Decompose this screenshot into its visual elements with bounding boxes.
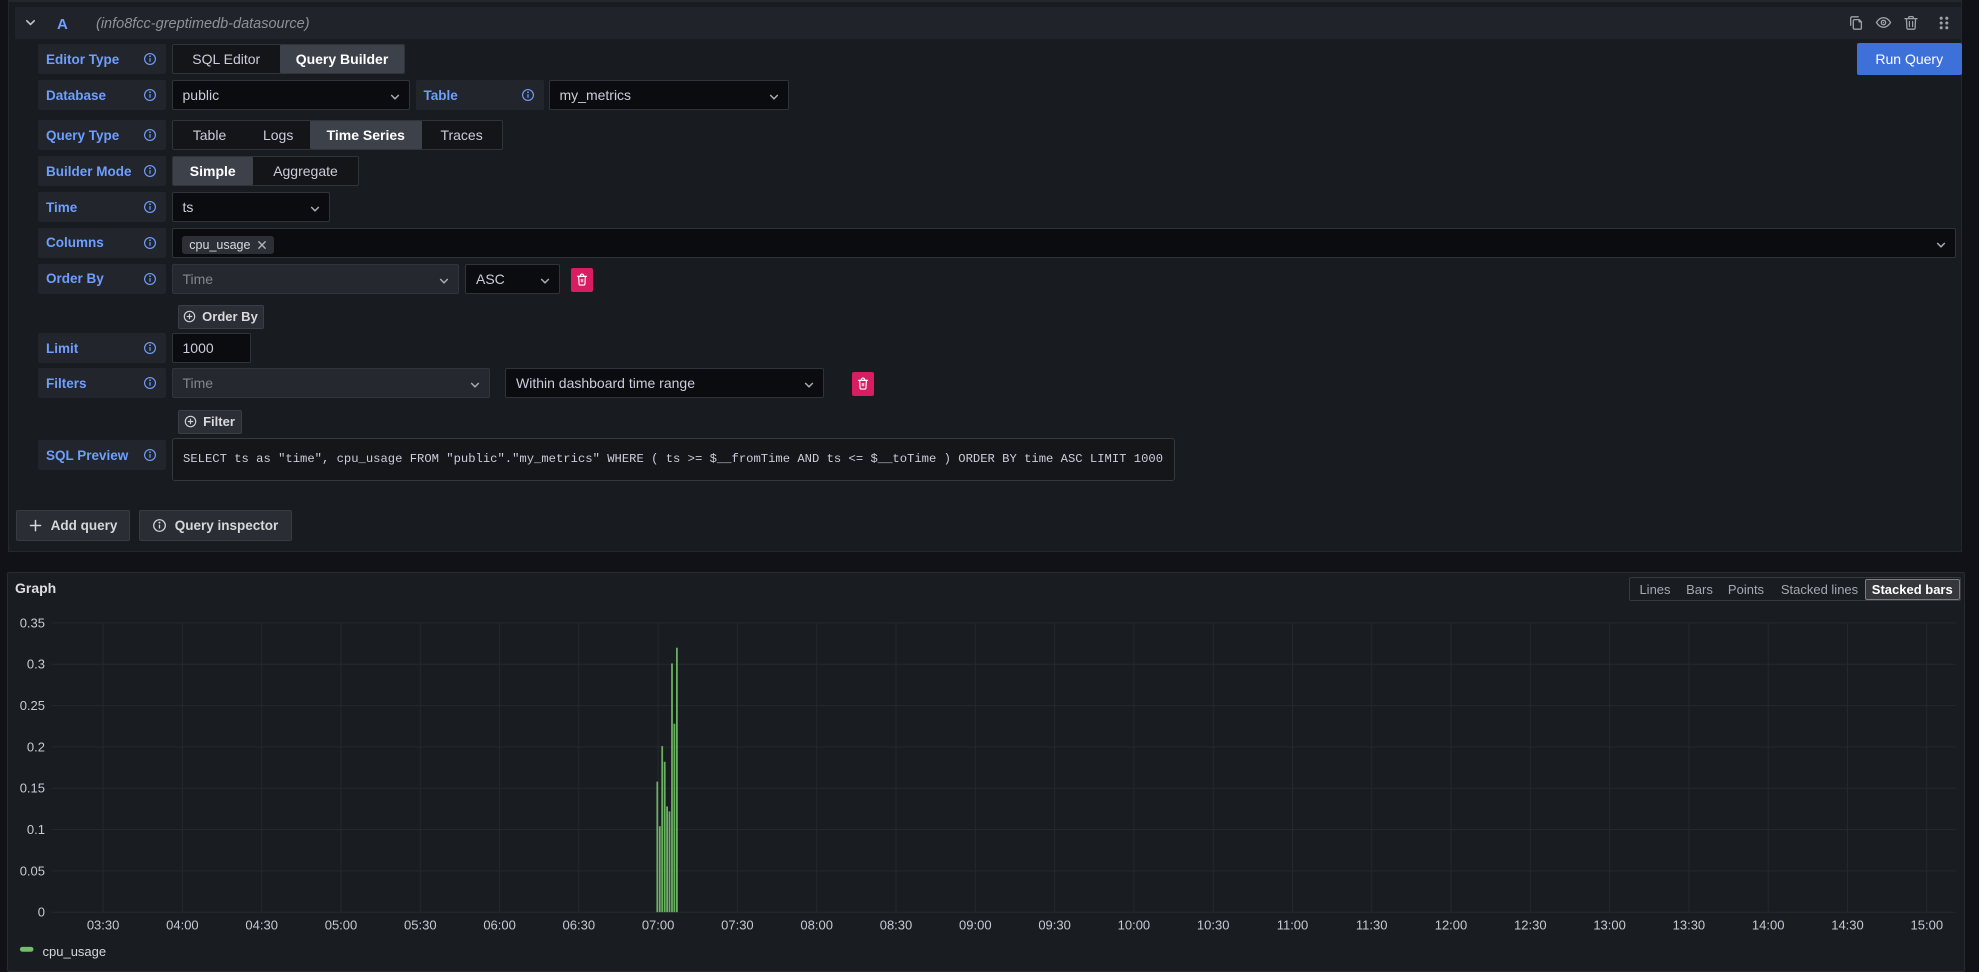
svg-text:09:30: 09:30 <box>1038 917 1071 932</box>
svg-text:13:00: 13:00 <box>1593 917 1626 932</box>
svg-text:11:30: 11:30 <box>1355 917 1387 932</box>
svg-text:08:30: 08:30 <box>879 917 912 932</box>
svg-text:12:00: 12:00 <box>1434 917 1467 932</box>
svg-text:08:00: 08:00 <box>800 917 833 932</box>
svg-text:cpu_usage: cpu_usage <box>42 944 106 959</box>
svg-text:05:30: 05:30 <box>404 917 437 932</box>
svg-text:07:00: 07:00 <box>641 917 674 932</box>
svg-text:0.15: 0.15 <box>19 780 44 795</box>
svg-text:10:00: 10:00 <box>1117 917 1150 932</box>
svg-text:13:30: 13:30 <box>1672 917 1705 932</box>
svg-text:0.1: 0.1 <box>26 822 44 837</box>
svg-text:04:00: 04:00 <box>166 917 199 932</box>
svg-text:15:00: 15:00 <box>1910 917 1943 932</box>
svg-text:11:00: 11:00 <box>1276 917 1308 932</box>
svg-text:05:00: 05:00 <box>324 917 357 932</box>
svg-text:14:30: 14:30 <box>1831 917 1864 932</box>
svg-text:06:30: 06:30 <box>562 917 595 932</box>
svg-text:14:00: 14:00 <box>1751 917 1784 932</box>
svg-text:0.2: 0.2 <box>26 739 44 754</box>
svg-text:03:30: 03:30 <box>86 917 119 932</box>
svg-text:0.05: 0.05 <box>19 863 44 878</box>
svg-text:09:00: 09:00 <box>959 917 992 932</box>
svg-text:10:30: 10:30 <box>1196 917 1229 932</box>
svg-text:06:00: 06:00 <box>483 917 516 932</box>
svg-text:0: 0 <box>37 904 44 919</box>
svg-text:04:30: 04:30 <box>245 917 278 932</box>
svg-text:07:30: 07:30 <box>721 917 754 932</box>
svg-text:12:30: 12:30 <box>1514 917 1547 932</box>
svg-text:0.25: 0.25 <box>19 698 44 713</box>
svg-text:0.3: 0.3 <box>26 656 44 671</box>
svg-text:0.35: 0.35 <box>19 615 44 630</box>
